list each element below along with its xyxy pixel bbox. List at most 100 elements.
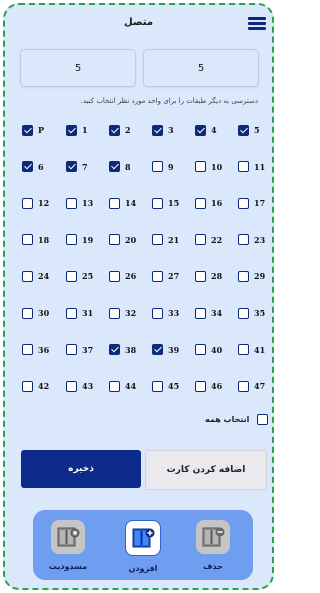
floor-checkbox-item[interactable]: 16 [195,196,222,210]
floor-checkbox-item[interactable]: 24 [22,269,49,283]
floor-checkbox-item[interactable]: 46 [195,379,222,393]
hamburger-menu-icon[interactable] [248,17,266,31]
floor-checkbox[interactable] [152,124,163,136]
floor-checkbox[interactable] [152,234,163,246]
floor-checkbox-item[interactable]: 13 [66,196,93,210]
floor-checkbox-item[interactable]: 12 [22,196,49,210]
floor-checkbox-item[interactable]: 7 [66,160,88,174]
nav-delete[interactable]: حذف [193,520,233,571]
floor-checkbox[interactable] [22,197,33,209]
left-value-field[interactable]: 5 [20,49,136,87]
floor-checkbox[interactable] [195,161,206,173]
nav-block[interactable]: مسدودیت [48,520,88,571]
floor-checkbox-item[interactable]: 21 [152,233,179,247]
floor-checkbox[interactable] [195,270,206,282]
select-all-checkbox[interactable] [257,414,269,425]
floor-checkbox[interactable] [109,270,120,282]
floor-checkbox-item[interactable]: 17 [238,196,265,210]
floor-checkbox[interactable] [238,344,249,356]
floor-checkbox-item[interactable]: 35 [238,306,265,320]
floor-checkbox[interactable] [238,197,249,209]
floor-checkbox[interactable] [152,344,163,356]
floor-checkbox-item[interactable]: 23 [238,233,265,247]
nav-add[interactable]: افزودن [123,520,163,573]
floor-checkbox[interactable] [22,307,33,319]
floor-checkbox[interactable] [66,380,77,392]
floor-checkbox-item[interactable]: 37 [66,343,93,357]
floor-checkbox[interactable] [109,234,120,246]
floor-checkbox-item[interactable]: 3 [152,123,174,137]
floor-checkbox[interactable] [195,197,206,209]
floor-checkbox[interactable] [238,161,249,173]
floor-checkbox-item[interactable]: 19 [66,233,93,247]
floor-checkbox[interactable] [238,124,249,136]
floor-checkbox-item[interactable]: 9 [152,160,174,174]
floor-checkbox-item[interactable]: 47 [238,379,265,393]
floor-checkbox-item[interactable]: 27 [152,269,179,283]
floor-checkbox[interactable] [66,161,77,173]
floor-checkbox-item[interactable]: 8 [109,160,131,174]
floor-checkbox-item[interactable]: 28 [195,269,222,283]
floor-checkbox[interactable] [152,197,163,209]
floor-checkbox-item[interactable]: 41 [238,343,265,357]
floor-checkbox[interactable] [66,344,77,356]
floor-checkbox[interactable] [195,380,206,392]
floor-checkbox[interactable] [152,307,163,319]
floor-checkbox-item[interactable]: 26 [109,269,136,283]
floor-checkbox-item[interactable]: 39 [152,343,179,357]
floor-checkbox-item[interactable]: 2 [109,123,131,137]
floor-checkbox[interactable] [66,270,77,282]
save-button[interactable]: ذخیره [21,450,141,488]
floor-checkbox-item[interactable]: 20 [109,233,136,247]
floor-checkbox-item[interactable]: 11 [238,160,265,174]
floor-checkbox[interactable] [22,124,33,136]
floor-checkbox-item[interactable]: 40 [195,343,222,357]
floor-checkbox[interactable] [109,307,120,319]
floor-checkbox-item[interactable]: 10 [195,160,222,174]
floor-checkbox-item[interactable]: 30 [22,306,49,320]
floor-checkbox-item[interactable]: 18 [22,233,49,247]
floor-checkbox-item[interactable]: 36 [22,343,49,357]
floor-checkbox-item[interactable]: 34 [195,306,222,320]
floor-checkbox-item[interactable]: 31 [66,306,93,320]
floor-checkbox[interactable] [195,234,206,246]
floor-checkbox[interactable] [22,161,33,173]
floor-checkbox[interactable] [66,307,77,319]
floor-checkbox[interactable] [238,380,249,392]
floor-checkbox[interactable] [152,270,163,282]
floor-checkbox-item[interactable]: 1 [66,123,88,137]
floor-checkbox[interactable] [195,124,206,136]
select-all[interactable]: انتخاب همه [205,414,269,425]
floor-checkbox-item[interactable]: 14 [109,196,136,210]
floor-checkbox-item[interactable]: 22 [195,233,222,247]
floor-checkbox[interactable] [109,197,120,209]
floor-checkbox-item[interactable]: 44 [109,379,136,393]
floor-checkbox[interactable] [152,161,163,173]
floor-checkbox-item[interactable]: P [22,123,44,137]
floor-checkbox[interactable] [109,344,120,356]
floor-checkbox-item[interactable]: 29 [238,269,265,283]
floor-checkbox[interactable] [195,307,206,319]
floor-checkbox-item[interactable]: 4 [195,123,217,137]
floor-checkbox[interactable] [66,234,77,246]
floor-checkbox[interactable] [238,270,249,282]
floor-checkbox[interactable] [66,197,77,209]
floor-checkbox-item[interactable]: 43 [66,379,93,393]
floor-checkbox[interactable] [195,344,206,356]
floor-checkbox[interactable] [238,307,249,319]
add-card-button[interactable]: اضافه کردن کارت [145,450,267,490]
floor-checkbox-item[interactable]: 32 [109,306,136,320]
floor-checkbox[interactable] [238,234,249,246]
floor-checkbox[interactable] [152,380,163,392]
floor-checkbox-item[interactable]: 42 [22,379,49,393]
floor-checkbox[interactable] [109,124,120,136]
floor-checkbox[interactable] [22,234,33,246]
floor-checkbox-item[interactable]: 38 [109,343,136,357]
floor-checkbox-item[interactable]: 45 [152,379,179,393]
floor-checkbox-item[interactable]: 33 [152,306,179,320]
floor-checkbox[interactable] [22,344,33,356]
floor-checkbox[interactable] [109,380,120,392]
floor-checkbox[interactable] [109,161,120,173]
floor-checkbox-item[interactable]: 15 [152,196,179,210]
floor-checkbox[interactable] [22,270,33,282]
